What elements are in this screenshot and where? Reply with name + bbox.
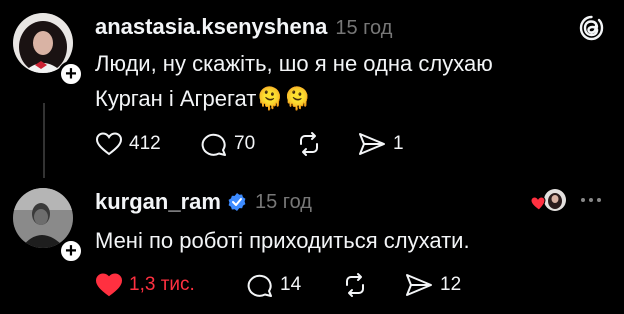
more-icon[interactable] (581, 198, 601, 202)
melting-face-emoji: 🫠🫠 (256, 86, 312, 111)
threads-logo-icon[interactable] (578, 14, 606, 47)
post-text-line: Курган і Агрегат🫠🫠 (95, 81, 595, 116)
username[interactable]: anastasia.ksenyshena (95, 14, 327, 40)
timestamp: 15 год (254, 190, 312, 213)
share-count: 12 (440, 274, 462, 295)
comment-button[interactable]: 14 (246, 272, 301, 298)
repost-button[interactable] (341, 272, 369, 298)
post-text-line: Мені по роботі приходиться слухати. (95, 228, 470, 253)
post-header: kurgan_ram 15 год (95, 189, 312, 215)
post-header: anastasia.ksenyshena 15 год (95, 14, 392, 40)
share-count: 1 (393, 133, 404, 154)
share-button[interactable]: 12 (404, 272, 461, 298)
heart-icon (95, 273, 123, 297)
follow-button[interactable]: + (58, 238, 84, 264)
comment-icon (247, 274, 272, 297)
post-text: Мені по роботі приходиться слухати. (95, 223, 595, 258)
post-text-line: Люди, ну скажіть, шо я не одна слухаю (95, 51, 493, 76)
comment-count: 14 (280, 274, 302, 295)
repost-icon (346, 273, 364, 297)
share-button[interactable]: 1 (357, 131, 404, 157)
comment-icon (201, 133, 226, 156)
repost-icon (300, 132, 318, 156)
like-count: 412 (129, 133, 161, 154)
heart-icon (95, 132, 123, 156)
like-button[interactable]: 412 (95, 131, 161, 157)
username[interactable]: kurgan_ram (95, 189, 221, 215)
repost-button[interactable] (295, 131, 323, 157)
post-text: Люди, ну скажіть, шо я не одна слухаю Ку… (95, 46, 595, 116)
comment-count: 70 (234, 133, 256, 154)
follow-button[interactable]: + (58, 61, 84, 87)
like-button[interactable]: 1,3 тис. (95, 272, 195, 298)
liked-by-author-avatar (530, 188, 567, 214)
share-icon (359, 133, 385, 155)
post-text-segment: Курган і Агрегат (95, 86, 257, 111)
like-count: 1,3 тис. (129, 274, 195, 295)
share-icon (406, 274, 432, 296)
thread-line (43, 103, 45, 178)
timestamp: 15 год (335, 17, 393, 39)
comment-button[interactable]: 70 (200, 131, 255, 157)
verified-badge-icon (228, 193, 246, 211)
